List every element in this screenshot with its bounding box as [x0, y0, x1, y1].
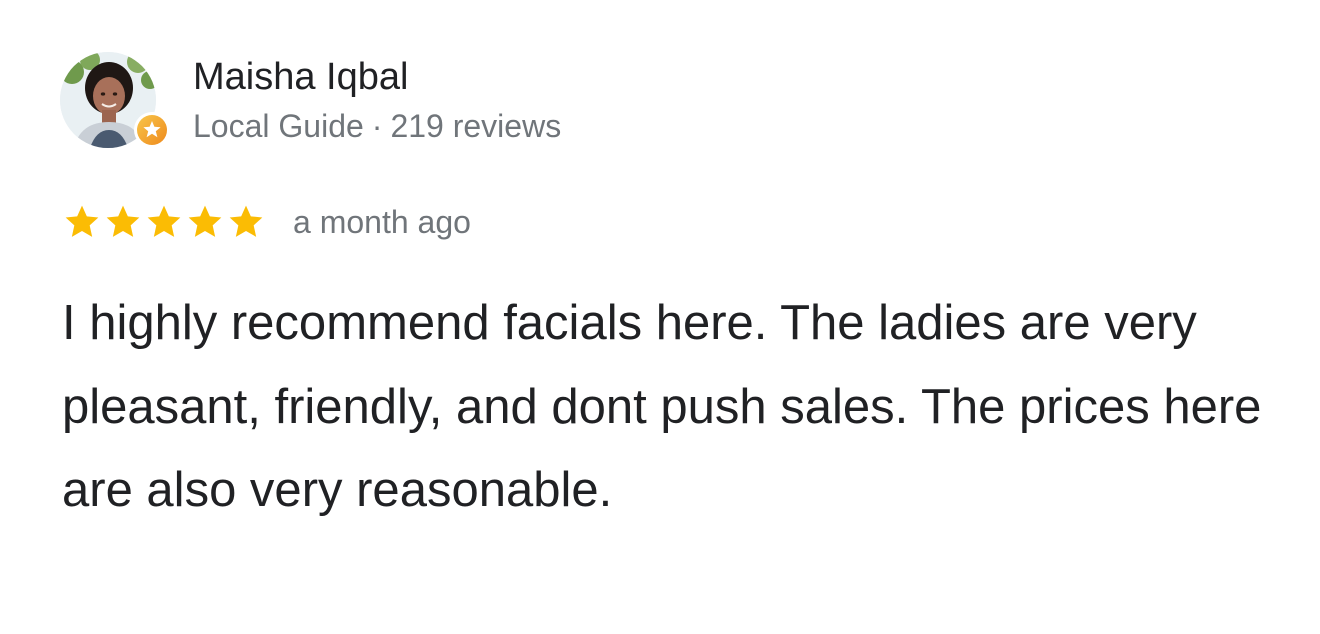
review-text: I highly recommend facials here. The lad… — [62, 296, 1262, 517]
review-time: a month ago — [293, 204, 471, 240]
star-icon — [144, 202, 184, 242]
star-icon — [226, 202, 266, 242]
reviewer-avatar-group[interactable] — [60, 52, 172, 152]
star-icon — [62, 202, 102, 242]
local-guide-badge-icon — [134, 112, 170, 148]
reviewer-meta: Local Guide · 219 reviews — [193, 106, 561, 146]
review-card: Maisha Iqbal Local Guide · 219 reviews a m… — [0, 0, 1320, 634]
star-rating — [62, 202, 267, 242]
local-guide-label: Local Guide — [193, 108, 364, 144]
reviewer-name[interactable]: Maisha Iqbal — [193, 55, 408, 99]
reviews-count[interactable]: 219 reviews — [390, 108, 561, 144]
meta-separator: · — [371, 108, 383, 144]
rating-row: a month ago — [62, 200, 471, 244]
star-icon — [103, 202, 143, 242]
star-icon — [185, 202, 225, 242]
